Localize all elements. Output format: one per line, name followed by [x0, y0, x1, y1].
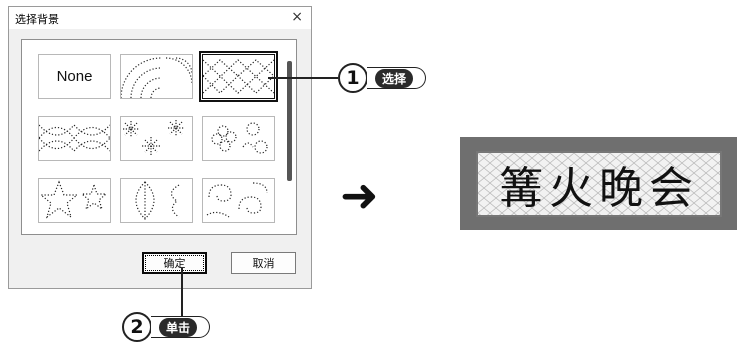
snowflakes-pattern-icon	[123, 120, 184, 155]
diamonds-pattern-icon	[203, 59, 274, 94]
step1-label: 选择	[375, 68, 414, 88]
step1-pill: 选择	[367, 67, 427, 89]
cancel-button[interactable]: 取消	[231, 252, 296, 274]
flowers-pattern-icon	[211, 122, 268, 154]
preview-text: 篝火晚会	[499, 163, 699, 214]
tile-wavy-diamonds[interactable]	[38, 116, 111, 161]
ok-button[interactable]: 确定	[142, 252, 207, 274]
tile-swirls[interactable]	[202, 178, 275, 223]
leaves-pattern-icon	[135, 181, 180, 220]
preview-banner: 篝火晚会	[476, 151, 722, 217]
step2-label: 单击	[159, 317, 198, 337]
background-list[interactable]: None	[21, 39, 297, 235]
tile-stars[interactable]	[38, 178, 111, 223]
dialog-title: 选择背景	[15, 13, 59, 26]
right-arrow-icon: ➜	[340, 168, 379, 222]
step2-number: 2	[122, 312, 152, 342]
callout-step1: 1 选择	[338, 63, 427, 93]
callout-step2: 2 单击	[122, 312, 211, 342]
step2-pill: 单击	[151, 316, 211, 338]
tile-leaves[interactable]	[120, 178, 193, 223]
step1-number: 1	[338, 63, 368, 93]
close-icon[interactable]: ×	[291, 9, 303, 25]
result-preview: 篝火晚会	[460, 137, 737, 230]
wavy-diamonds-pattern-icon	[39, 124, 110, 152]
tile-none[interactable]: None	[38, 54, 111, 99]
tile-snowflakes[interactable]	[120, 116, 193, 161]
tile-none-label: None	[56, 68, 93, 85]
swirls-pattern-icon	[206, 182, 268, 218]
select-background-dialog: 选择背景 × None 确定 取消	[8, 6, 312, 289]
dialog-titlebar: 选择背景 ×	[9, 7, 311, 29]
list-scrollbar[interactable]	[287, 61, 292, 181]
arcs-pattern-icon	[121, 57, 192, 98]
tile-arcs[interactable]	[120, 54, 193, 99]
stars-pattern-icon	[39, 180, 108, 219]
tile-diamonds[interactable]	[199, 51, 278, 102]
tile-flowers[interactable]	[202, 116, 275, 161]
